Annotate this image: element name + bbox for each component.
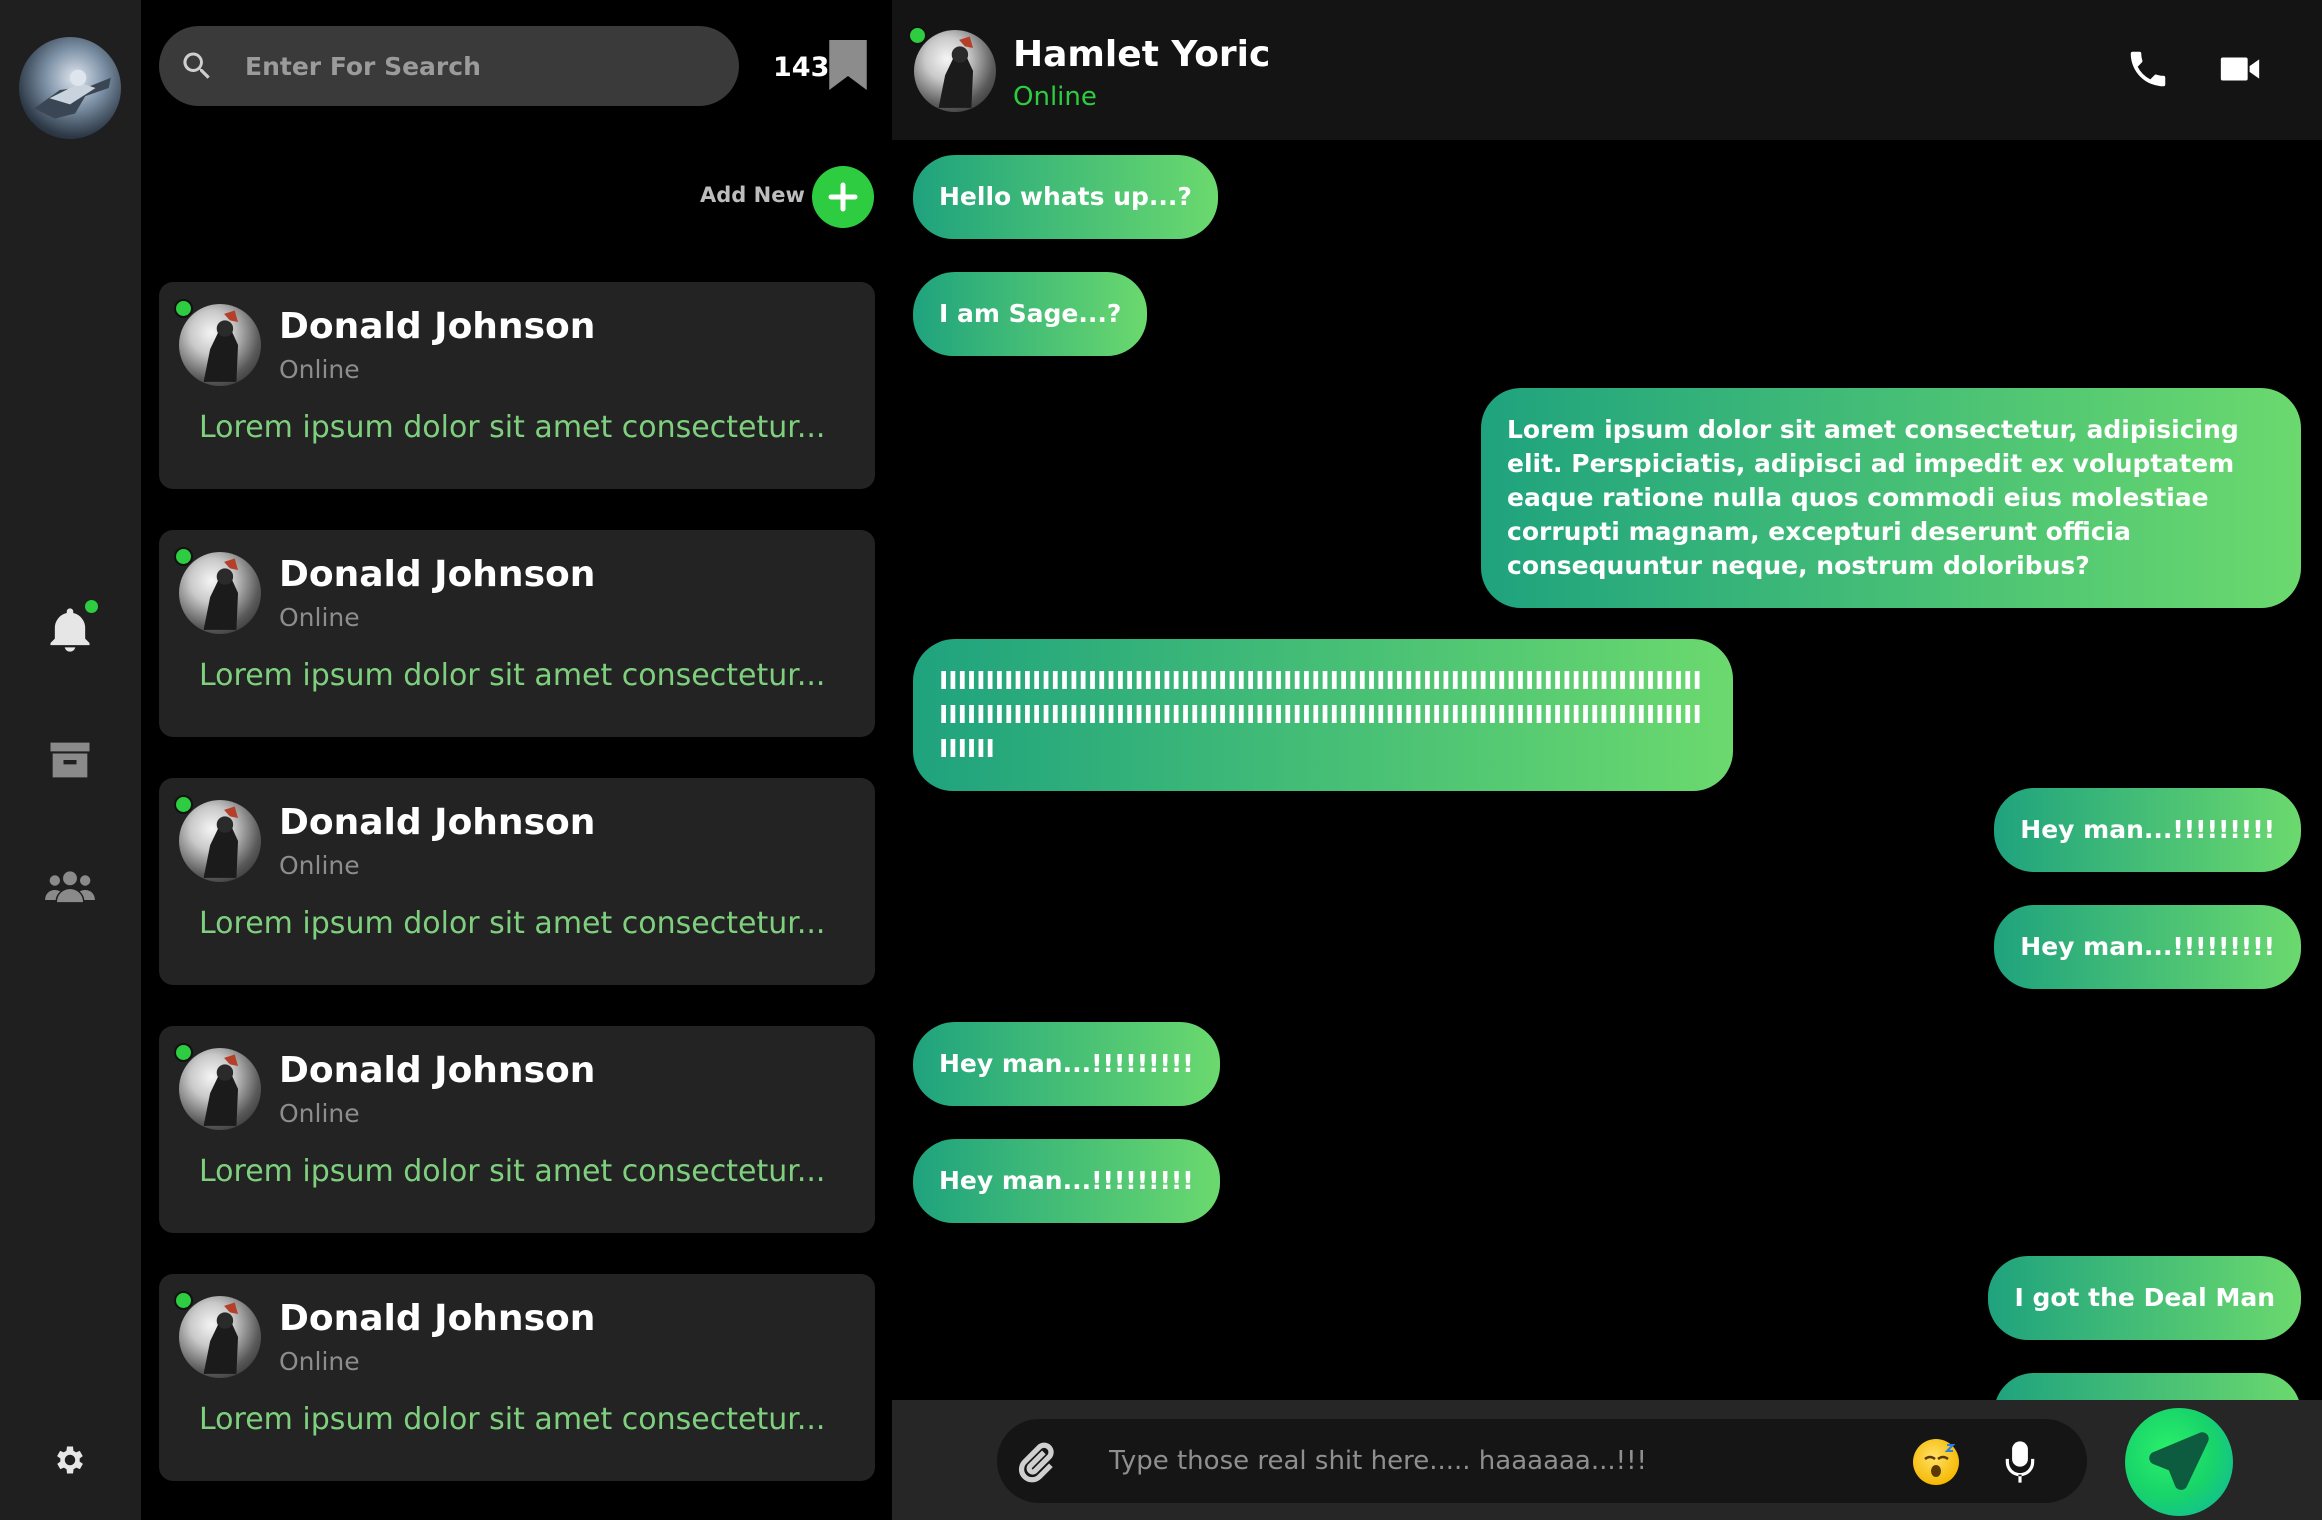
contact-card[interactable]: Donald Johnson Online Lorem ipsum dolor si… (159, 282, 875, 489)
contact-avatar-image (203, 806, 239, 878)
paper-plane-icon (2149, 1432, 2209, 1490)
contact-avatar-image (203, 1054, 239, 1126)
bookmarks-button[interactable] (829, 40, 867, 90)
chat-contact-name: Hamlet Yoric (1013, 34, 1271, 75)
incoming-message[interactable]: I am Sage...? (913, 272, 1148, 356)
incoming-message[interactable]: Hello whats up...? (913, 155, 1218, 239)
chat-header: Hamlet Yoric Online (892, 0, 2322, 140)
contact-status: Online (279, 1347, 360, 1376)
plus-icon (828, 182, 858, 212)
add-new-button[interactable] (812, 166, 874, 228)
contact-card[interactable]: Donald Johnson Online Lorem ipsum dolor si… (159, 530, 875, 737)
search-bar (159, 26, 739, 106)
message-preview: Lorem ipsum dolor sit amet consectetur..… (199, 410, 826, 445)
voice-call-button[interactable] (2120, 44, 2176, 94)
bookmark-icon (829, 40, 867, 90)
chat-panel: Hamlet Yoric Online Hello whats up...? I … (892, 0, 2322, 1520)
contact-avatar (179, 1048, 261, 1130)
icon-rail (0, 0, 141, 1520)
emoji-button[interactable] (1913, 1439, 1959, 1485)
online-indicator (908, 26, 927, 45)
contact-avatar (179, 304, 261, 386)
incoming-message[interactable]: IIIIIIIIIIIIIIIIIIIIIIIIIIIIIIIIIIIIIIII… (913, 639, 1733, 791)
video-camera-icon (2220, 57, 2260, 81)
message-preview: Lorem ipsum dolor sit amet consectetur..… (199, 658, 826, 693)
contacts-panel: 143 Add New Donald Johnson Online Lorem ip… (141, 0, 892, 1520)
phone-icon (2130, 51, 2166, 87)
user-avatar-image (34, 69, 111, 119)
contact-avatar-image (203, 310, 239, 382)
contact-status: Online (279, 355, 360, 384)
send-button[interactable] (2125, 1408, 2233, 1516)
contact-name: Donald Johnson (279, 1050, 596, 1091)
contact-name: Donald Johnson (279, 306, 596, 347)
contact-status: Online (279, 851, 360, 880)
incoming-message[interactable]: Hey man...!!!!!!!!! (913, 1139, 1220, 1223)
search-input[interactable] (245, 51, 705, 81)
archive-button[interactable] (40, 730, 100, 790)
outgoing-message[interactable]: I got the Deal Man (1988, 1256, 2301, 1340)
online-indicator (174, 795, 193, 814)
user-avatar[interactable] (19, 37, 121, 139)
message-list[interactable]: Hello whats up...? I am Sage...? Lorem ips… (892, 140, 2322, 1400)
microphone-icon (2005, 1441, 2035, 1483)
contact-avatar (179, 1296, 261, 1378)
sleepy-emoji-icon (1924, 1444, 1956, 1477)
contact-avatar-image (938, 36, 974, 108)
online-indicator (174, 299, 193, 318)
contact-avatar-image (203, 1302, 239, 1374)
message-composer (892, 1400, 2322, 1520)
contact-avatar (179, 552, 261, 634)
notification-badge (85, 600, 98, 613)
contact-card[interactable]: Donald Johnson Online Lorem ipsum dolor si… (159, 1026, 875, 1233)
contact-status: Online (279, 1099, 360, 1128)
paperclip-icon (1018, 1442, 1054, 1483)
outgoing-message[interactable]: Hey man...!!!!!!!!! (1994, 788, 2301, 872)
contact-avatar[interactable] (914, 30, 996, 112)
chat-contact-status: Online (1013, 82, 1097, 112)
archive-box-icon (50, 742, 90, 778)
message-preview: Lorem ipsum dolor sit amet consectetur..… (199, 1154, 826, 1189)
gear-icon (57, 1446, 83, 1474)
contact-avatar (179, 800, 261, 882)
contact-avatar-image (203, 558, 239, 630)
voice-message-button[interactable] (1997, 1437, 2043, 1487)
notifications-button[interactable] (40, 600, 100, 660)
online-indicator (174, 1291, 193, 1310)
online-indicator (174, 1043, 193, 1062)
users-icon (45, 871, 95, 903)
outgoing-message[interactable]: Lorem ipsum dolor sit amet consectetur, … (1481, 388, 2301, 608)
settings-button[interactable] (40, 1430, 100, 1490)
video-call-button[interactable] (2212, 44, 2268, 94)
online-indicator (174, 547, 193, 566)
message-preview: Lorem ipsum dolor sit amet consectetur..… (199, 906, 826, 941)
attach-button[interactable] (1011, 1437, 1061, 1487)
message-preview: Lorem ipsum dolor sit amet consectetur..… (199, 1402, 826, 1437)
outgoing-message[interactable]: Hey man...!!!!!!!!! (1994, 1373, 2301, 1400)
outgoing-message[interactable]: Hey man...!!!!!!!!! (1994, 905, 2301, 989)
contact-card[interactable]: Donald Johnson Online Lorem ipsum dolor si… (159, 778, 875, 985)
message-input[interactable] (1109, 1441, 1909, 1481)
incoming-message[interactable]: Hey man...!!!!!!!!! (913, 1022, 1220, 1106)
contact-name: Donald Johnson (279, 802, 596, 843)
search-icon (183, 52, 210, 79)
add-new-label: Add New (700, 183, 805, 207)
groups-button[interactable] (40, 857, 100, 917)
contact-name: Donald Johnson (279, 554, 596, 595)
saved-count: 143 (773, 52, 830, 83)
composer-box (997, 1419, 2087, 1503)
contact-card[interactable]: Donald Johnson Online Lorem ipsum dolor si… (159, 1274, 875, 1481)
contact-name: Donald Johnson (279, 1298, 596, 1339)
contact-status: Online (279, 603, 360, 632)
